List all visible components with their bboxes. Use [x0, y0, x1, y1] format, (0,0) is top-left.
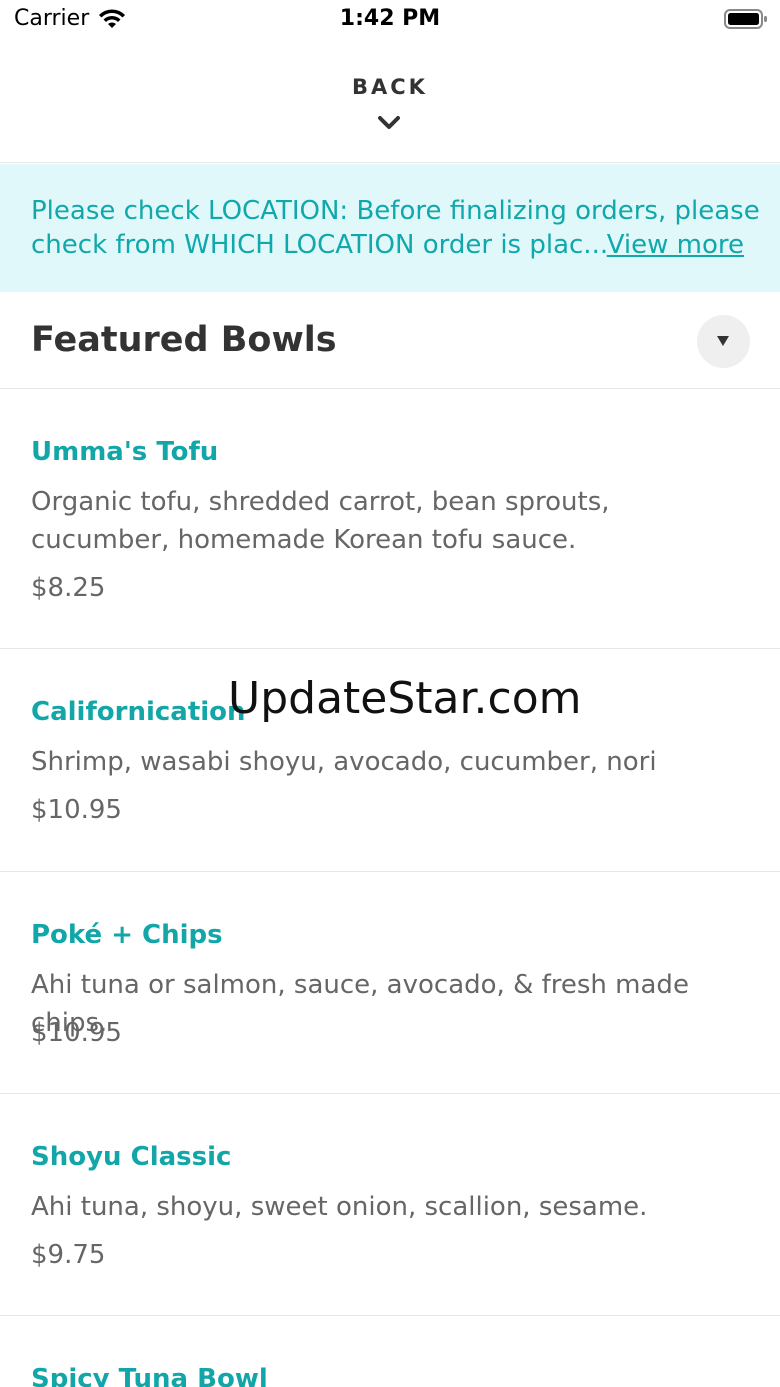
watermark: UpdateStar.com: [228, 673, 582, 724]
back-button[interactable]: BACK: [0, 40, 780, 163]
menu-item-name: Shoyu Classic: [31, 1142, 232, 1172]
menu-item-price: $10.95: [31, 795, 122, 825]
menu-screen: Carrier 1:42 PM BACK Please check LOCATI…: [0, 0, 780, 1387]
notice-text-line-1: Please check LOCATION: Before finalizing…: [31, 196, 760, 226]
menu-item-name: Poké + Chips: [31, 920, 223, 950]
menu-item-name: Californication: [31, 697, 246, 727]
menu-item[interactable]: Spicy Tuna Bowl: [0, 1316, 780, 1387]
menu-item-name: Spicy Tuna Bowl: [31, 1364, 268, 1387]
back-label: BACK: [352, 75, 428, 99]
battery-icon: [724, 9, 767, 29]
menu-item-price: $8.25: [31, 573, 106, 603]
category-header[interactable]: Featured Bowls: [0, 292, 780, 389]
menu-item-description: Organic tofu, shredded carrot, bean spro…: [31, 487, 610, 555]
notice-text-line-2: check from WHICH LOCATION order is plac.…: [31, 230, 609, 260]
location-notice-banner: Please check LOCATION: Before finalizing…: [0, 164, 780, 292]
menu-item-price: $10.95: [31, 1018, 122, 1048]
menu-item-description: Ahi tuna, shoyu, sweet onion, scallion, …: [31, 1192, 648, 1222]
menu-item-price: $9.75: [31, 1240, 106, 1270]
menu-item-description: Ahi tuna or salmon, sauce, avocado, & fr…: [31, 970, 689, 1038]
menu-item-name: Umma's Tofu: [31, 437, 219, 467]
menu-item[interactable]: Poké + Chips Ahi tuna or salmon, sauce, …: [0, 872, 780, 1094]
caret-down-icon: [717, 336, 729, 346]
chevron-down-icon: [378, 116, 400, 129]
status-time: 1:42 PM: [339, 6, 441, 31]
menu-item-description: Shrimp, wasabi shoyu, avocado, cucumber,…: [31, 747, 657, 777]
view-more-link[interactable]: View more: [607, 230, 744, 260]
menu-item[interactable]: Shoyu Classic Ahi tuna, shoyu, sweet oni…: [0, 1094, 780, 1316]
menu-item[interactable]: Umma's Tofu Organic tofu, shredded carro…: [0, 389, 780, 649]
status-bar: Carrier 1:42 PM: [0, 0, 780, 40]
category-dropdown-button[interactable]: [697, 315, 750, 368]
category-title: Featured Bowls: [31, 320, 337, 360]
